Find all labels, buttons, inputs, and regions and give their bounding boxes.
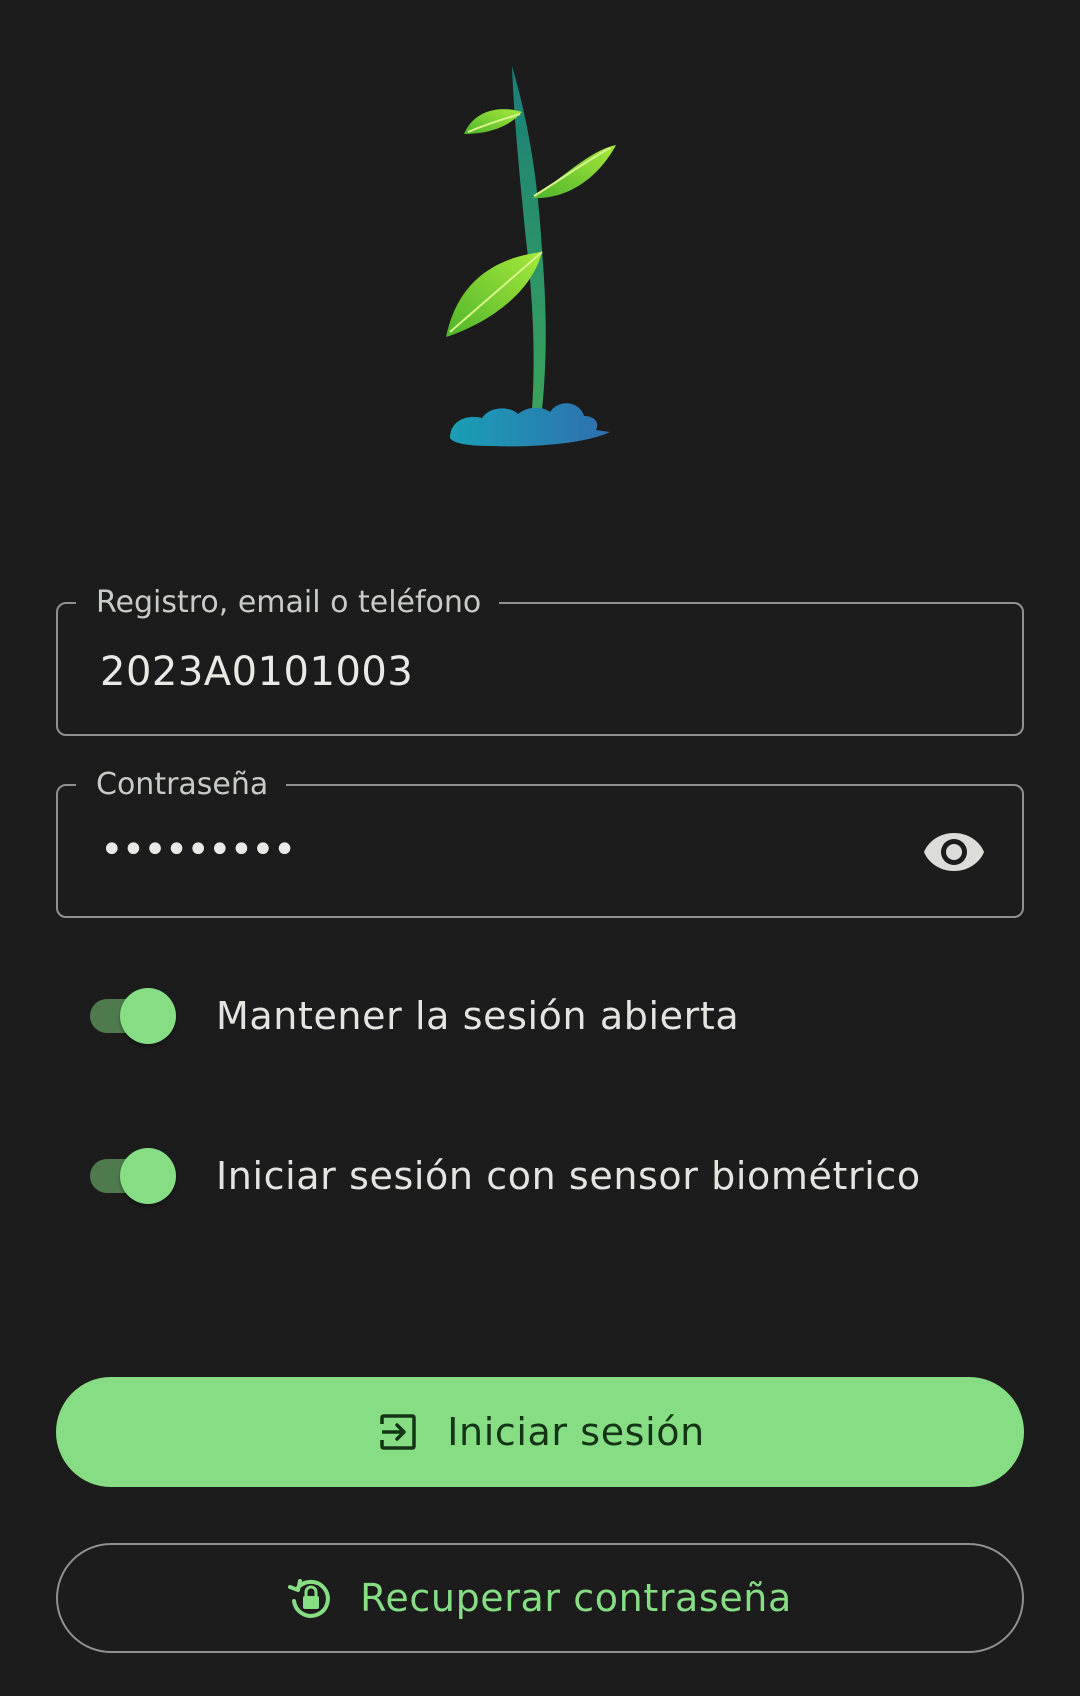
- password-input[interactable]: •••••••••: [100, 826, 296, 874]
- username-field[interactable]: Registro, email o teléfono 2023A0101003: [56, 585, 1024, 736]
- biometric-row: Iniciar sesión con sensor biométrico: [88, 1146, 921, 1206]
- keep-session-switch[interactable]: [88, 986, 180, 1046]
- switch-thumb: [120, 1148, 176, 1204]
- username-input[interactable]: 2023A0101003: [100, 648, 413, 696]
- login-button[interactable]: Iniciar sesión: [56, 1377, 1024, 1487]
- switch-thumb: [120, 988, 176, 1044]
- lock-reset-icon: [288, 1575, 334, 1621]
- eye-icon: [924, 833, 984, 871]
- recover-password-button[interactable]: Recuperar contraseña: [56, 1543, 1024, 1653]
- password-field-label: Contraseña: [76, 767, 287, 803]
- username-field-label: Registro, email o teléfono: [76, 585, 500, 621]
- keep-session-label: Mantener la sesión abierta: [216, 994, 740, 1038]
- seedling-icon: [446, 66, 616, 447]
- biometric-switch[interactable]: [88, 1146, 180, 1206]
- recover-password-label: Recuperar contraseña: [360, 1576, 792, 1620]
- login-icon: [375, 1409, 421, 1455]
- app-logo: [420, 60, 630, 460]
- biometric-label: Iniciar sesión con sensor biométrico: [216, 1154, 921, 1198]
- login-button-label: Iniciar sesión: [447, 1410, 705, 1454]
- keep-session-row: Mantener la sesión abierta: [88, 986, 739, 1046]
- password-field[interactable]: Contraseña •••••••••: [56, 767, 1024, 918]
- show-password-button[interactable]: [922, 824, 986, 880]
